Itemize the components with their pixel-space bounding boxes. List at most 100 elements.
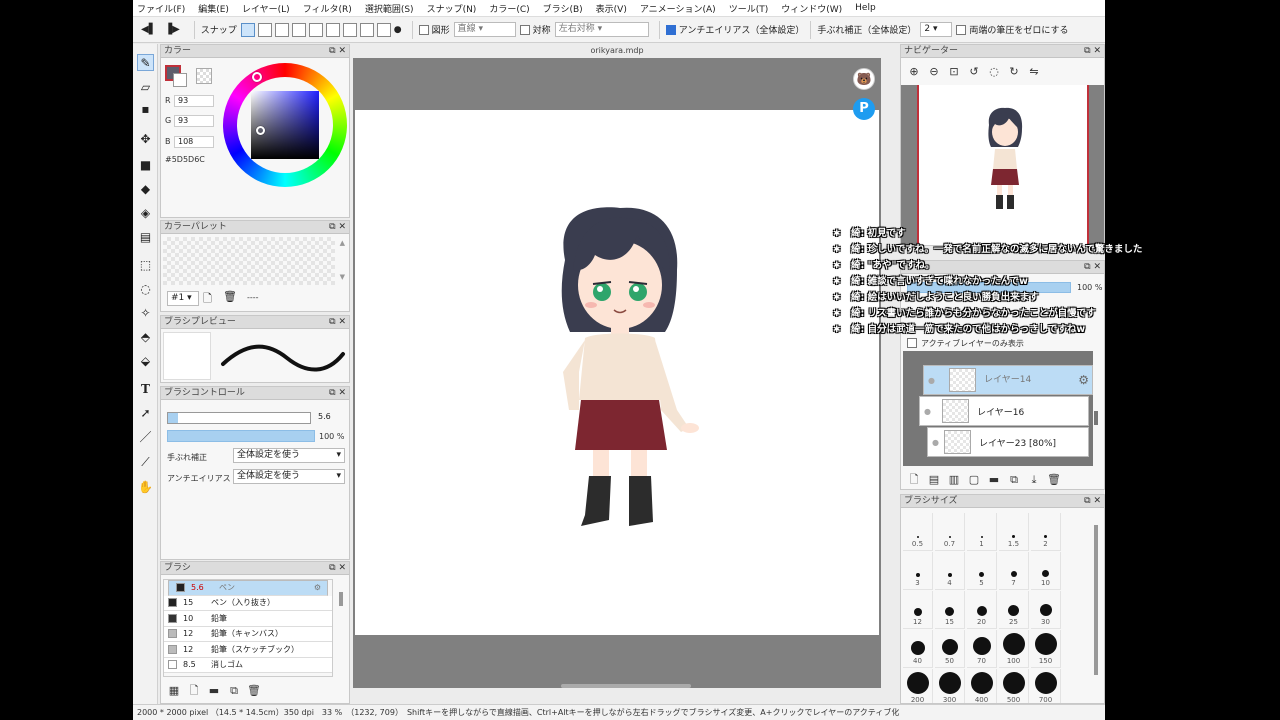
rotate-right-icon[interactable]: ↻ xyxy=(1007,65,1021,79)
brush-size-cell[interactable]: 30 xyxy=(1031,591,1061,629)
snap-perspective-icon[interactable] xyxy=(359,22,374,37)
hue-handle[interactable] xyxy=(252,72,262,82)
saturation-value-square[interactable] xyxy=(251,91,319,159)
canvas-paper[interactable] xyxy=(355,110,879,635)
menu-filter[interactable]: フィルタ(R) xyxy=(303,2,352,15)
brush-size-cell[interactable]: 25 xyxy=(999,591,1029,629)
brush-size-cell[interactable]: 700 xyxy=(1031,669,1061,703)
brush-item-pencil[interactable]: 10 鉛筆 xyxy=(164,611,332,627)
eyedropper-tool-icon[interactable]: ⟋ xyxy=(137,454,154,471)
brush-size-cell[interactable]: 20 xyxy=(967,591,997,629)
eraser-tool-icon[interactable]: ▱ xyxy=(137,78,154,95)
figure-select[interactable]: 直線 ▾ xyxy=(453,22,516,37)
symmetry-select[interactable]: 左右対称 ▾ xyxy=(554,22,649,37)
rotate-reset-icon[interactable]: ◌ xyxy=(987,65,1001,79)
new-palette-icon[interactable]: 🗋 xyxy=(203,290,212,309)
move-tool-icon[interactable]: ✥ xyxy=(137,130,154,147)
brush-size-cell[interactable]: 7 xyxy=(999,552,1029,590)
color-wheel[interactable] xyxy=(223,63,347,187)
palette-index-select[interactable]: #1 ▾ xyxy=(167,291,199,306)
layer-row[interactable]: ● レイヤー16 xyxy=(919,396,1089,426)
brush-size-slider[interactable] xyxy=(167,412,311,424)
menu-brush[interactable]: ブラシ(B) xyxy=(543,2,583,15)
duplicate-layer-icon[interactable]: ⧉ xyxy=(1007,473,1021,487)
snap-parallel-icon[interactable] xyxy=(257,22,272,37)
menu-file[interactable]: ファイル(F) xyxy=(137,2,185,15)
new-folder-icon[interactable]: ▬ xyxy=(987,473,1001,487)
brush-size-cell[interactable]: 0.7 xyxy=(935,513,965,551)
snap-off-icon[interactable] xyxy=(240,22,255,37)
zoom-fit-icon[interactable]: ⊡ xyxy=(947,65,961,79)
palette-grid[interactable] xyxy=(163,237,335,285)
g-field[interactable]: 93 xyxy=(174,115,214,127)
divide-tool-icon[interactable]: ／ xyxy=(137,428,154,445)
b-field[interactable]: 108 xyxy=(174,136,214,148)
snap-grid-icon[interactable] xyxy=(274,22,289,37)
snap-grid2-icon[interactable] xyxy=(376,22,391,37)
select-pen-tool-icon[interactable]: ⬘ xyxy=(137,328,154,345)
brush-size-cell[interactable]: 0.5 xyxy=(903,513,933,551)
brush-folder-icon[interactable]: ▬ xyxy=(207,684,221,698)
palette-scroll-down-icon[interactable]: ▼ xyxy=(340,273,345,281)
brush-size-cell[interactable]: 300 xyxy=(935,669,965,703)
layer-visibility-icon[interactable]: ● xyxy=(928,374,935,387)
menu-edit[interactable]: 編集(E) xyxy=(198,2,229,15)
select-eraser-tool-icon[interactable]: ⬙ xyxy=(137,352,154,369)
panel-float-close-icon[interactable]: ⧉ ✕ xyxy=(1084,495,1101,507)
brush-antialias-select[interactable]: 全体設定を使う ▾ xyxy=(233,469,345,484)
lasso-tool-icon[interactable]: ◌ xyxy=(137,280,154,297)
brush-preset-icon[interactable]: ▦ xyxy=(167,684,181,698)
menu-window[interactable]: ウィンドウ(W) xyxy=(781,2,842,15)
pixiv-icon[interactable]: P xyxy=(853,98,875,120)
panel-float-close-icon[interactable]: ⧉ ✕ xyxy=(329,221,346,233)
fill-rect-tool-icon[interactable]: ■ xyxy=(137,156,154,173)
brush-size-cell[interactable]: 50 xyxy=(935,630,965,668)
brush-size-cell[interactable]: 12 xyxy=(903,591,933,629)
panel-float-close-icon[interactable]: ⧉ ✕ xyxy=(329,562,346,574)
flip-icon[interactable]: ⇋ xyxy=(1027,65,1041,79)
canvas-area[interactable]: 🐻 P xyxy=(353,58,881,688)
canvas-horizontal-scrollbar[interactable] xyxy=(561,684,691,688)
fill-lasso-tool-icon[interactable]: ◆ xyxy=(137,180,154,197)
layer-visibility-icon[interactable]: ● xyxy=(924,407,931,416)
brush-size-cell[interactable]: 2 xyxy=(1031,513,1061,551)
panel-float-close-icon[interactable]: ⧉ ✕ xyxy=(329,387,346,399)
brush-size-cell[interactable]: 1 xyxy=(967,513,997,551)
snap-circle-icon[interactable] xyxy=(325,22,340,37)
menu-tool[interactable]: ツール(T) xyxy=(729,2,769,15)
menu-color[interactable]: カラー(C) xyxy=(489,2,529,15)
snap-curve-icon[interactable] xyxy=(342,22,357,37)
gradient-tool-icon[interactable]: ▤ xyxy=(137,228,154,245)
layer-visibility-icon[interactable]: ● xyxy=(932,438,939,447)
brush-item-pen-taper[interactable]: 15 ペン（入り抜き） xyxy=(164,595,332,611)
menu-view[interactable]: 表示(V) xyxy=(596,2,627,15)
duplicate-brush-icon[interactable]: ⧉ xyxy=(227,684,241,698)
brush-opacity-slider[interactable] xyxy=(167,430,315,442)
symmetry-checkbox[interactable] xyxy=(519,24,530,35)
prev-frame-icon[interactable]: ◀▌ xyxy=(141,24,156,35)
magic-wand-tool-icon[interactable]: ✧ xyxy=(137,304,154,321)
brush-size-field[interactable]: 5.6 xyxy=(315,412,341,424)
brush-size-scrollbar[interactable] xyxy=(1094,525,1098,675)
new-1bit-layer-icon[interactable]: ▢ xyxy=(967,473,981,487)
brush-size-cell[interactable]: 400 xyxy=(967,669,997,703)
figure-checkbox[interactable] xyxy=(418,24,429,35)
brush-size-cell[interactable]: 100 xyxy=(999,630,1029,668)
panel-float-close-icon[interactable]: ⧉ ✕ xyxy=(329,316,346,328)
panel-float-close-icon[interactable]: ⧉ ✕ xyxy=(1084,45,1101,57)
stabilizer-select[interactable]: 2 ▾ xyxy=(920,22,953,37)
panel-float-close-icon[interactable]: ⧉ ✕ xyxy=(329,45,346,57)
rotate-left-icon[interactable]: ↺ xyxy=(967,65,981,79)
brush-item-eraser[interactable]: 8.5 消しゴム xyxy=(164,657,332,673)
r-field[interactable]: 93 xyxy=(174,95,214,107)
delete-brush-icon[interactable]: 🗑 xyxy=(247,684,261,698)
brush-size-cell[interactable]: 150 xyxy=(1031,630,1061,668)
new-brush-icon[interactable]: 🗋 xyxy=(187,684,201,698)
snap-radial-icon[interactable] xyxy=(308,22,323,37)
brush-item-pencil-canvas[interactable]: 12 鉛筆（キャンバス） xyxy=(164,626,332,642)
menu-help[interactable]: Help xyxy=(855,3,876,13)
menu-animation[interactable]: アニメーション(A) xyxy=(640,2,716,15)
operation-tool-icon[interactable]: ➚ xyxy=(137,404,154,421)
transparent-color-swatch[interactable] xyxy=(196,68,212,84)
new-halftone-layer-icon[interactable]: ▤ xyxy=(927,473,941,487)
